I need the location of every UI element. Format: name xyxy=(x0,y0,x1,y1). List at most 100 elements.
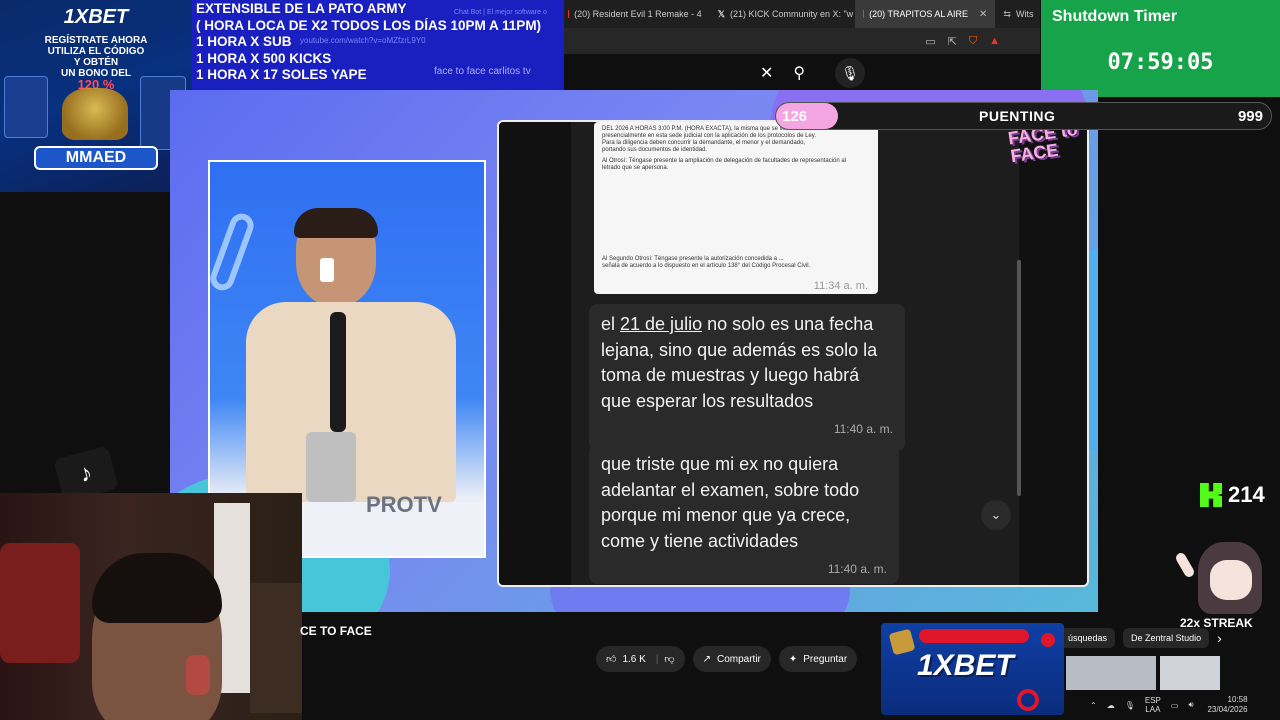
decor-shape xyxy=(210,210,257,294)
microphone-icon[interactable]: 🎙 xyxy=(835,58,866,88)
clock[interactable]: 10:58 23/04/2026 xyxy=(1207,695,1247,715)
promo-line: Y OBTÉN xyxy=(73,57,119,68)
bubble-text: el xyxy=(601,314,621,334)
thumbs-up-icon: 👍︎ xyxy=(606,654,617,665)
system-tray: ⌃ ☁ 🎙 ESP LAA ▭ 🔊︎ 10:58 23/04/2026 xyxy=(1090,690,1280,720)
sticker-hand xyxy=(1174,551,1196,579)
microphone-icon[interactable]: 🎙 xyxy=(1125,701,1135,710)
sticker-face xyxy=(1210,560,1252,600)
anime-sticker xyxy=(1174,534,1264,614)
shutdown-timer-widget: Shutdown Timer 07:59:05 xyxy=(1041,0,1280,97)
thumbnail[interactable] xyxy=(1160,656,1220,690)
browser-tab-trapitos[interactable]: (20) TRAPITOS AL AIRE ✕ xyxy=(854,0,996,28)
thumbs-down-icon[interactable]: 👎︎ xyxy=(664,653,674,665)
streamer-hair xyxy=(92,553,222,623)
bag-icon xyxy=(888,628,916,656)
doc-line: portando sus documentos de identidad. xyxy=(602,147,708,153)
webcam-feed xyxy=(0,493,302,720)
promo-code-badge: MMAED xyxy=(34,146,158,170)
like-button[interactable]: 👍︎ 1.6 K | 👎︎ xyxy=(596,646,685,672)
cast-icon[interactable]: ▭ xyxy=(925,35,935,48)
share-icon[interactable]: ⇱ xyxy=(948,35,957,48)
video-actions: 👍︎ 1.6 K | 👎︎ ↗ Compartir ✦ Preguntar xyxy=(596,646,858,672)
recommendation-chips: úsquedas De Zentral Studio › xyxy=(1060,628,1222,648)
network-icon[interactable]: ▭ xyxy=(1171,701,1179,710)
goal-progress-bar: 126 PUENTING 999 xyxy=(775,102,1272,130)
rewards-icon[interactable]: ▲ xyxy=(989,35,1000,47)
doc-line: Al Segundo Otrosí: Téngase presente la a… xyxy=(602,256,784,262)
tab-label: (21) KICK Community en X: "w xyxy=(729,9,854,19)
presenter-hair xyxy=(294,208,378,238)
lang-code: ESP xyxy=(1144,696,1161,705)
kick-counter: 214 xyxy=(1200,482,1265,508)
kick-count: 214 xyxy=(1228,482,1265,507)
share-icon: ↗ xyxy=(702,653,711,665)
overlay-line: 1 HORA X 500 KICKS xyxy=(196,50,332,66)
red-light xyxy=(186,655,210,695)
swirl-icon xyxy=(1017,689,1039,711)
chat-bubble: que triste que mi ex no quiera adelantar… xyxy=(589,444,899,584)
share-button[interactable]: ↗ Compartir xyxy=(692,646,771,672)
ask-button[interactable]: ✦ Preguntar xyxy=(778,646,858,672)
bubble-text: que triste que mi ex no quiera adelantar… xyxy=(601,454,860,551)
tab-label: (20) TRAPITOS AL AIRE xyxy=(869,9,969,19)
clock-date: 23/04/2026 xyxy=(1207,705,1248,714)
phone-image xyxy=(4,76,48,138)
microphone-icon xyxy=(330,312,346,432)
tab-label: (20) Resident Evil 1 Remake - 4 xyxy=(574,9,702,19)
browser-tab-resident-evil[interactable]: (20) Resident Evil 1 Remake - 4 xyxy=(560,0,710,28)
doc-line: señala de acuerdo a lo dispuesto en el a… xyxy=(602,263,811,269)
chevron-up-icon[interactable]: ⌃ xyxy=(1090,701,1097,710)
browser-tab-wits[interactable]: ⇆ Wits xyxy=(995,0,1040,28)
goal-target: 999 xyxy=(1237,108,1263,125)
chat-bubble: el 21 de julio no solo es una fecha leja… xyxy=(589,304,905,451)
language-indicator[interactable]: ESP LAA xyxy=(1145,696,1161,714)
nose-bandage xyxy=(320,258,334,282)
stream-screen: (20) Resident Evil 1 Remake - 4 𝕏 (21) K… xyxy=(0,0,1280,720)
video-title: CE TO FACE xyxy=(300,624,372,638)
goal-current: 126 xyxy=(782,108,808,125)
faint-url-text: youtube.com/watch?v=oMZfzrL9Y0 xyxy=(300,36,426,45)
x-icon: 𝕏 xyxy=(717,8,725,19)
chip[interactable]: úsquedas xyxy=(1060,628,1116,648)
tab-label: Wits xyxy=(1015,9,1034,19)
youtube-icon xyxy=(568,10,570,18)
kick-icon xyxy=(1200,483,1222,507)
youtube-icon xyxy=(862,10,865,18)
chair xyxy=(0,543,80,663)
youtube-search-bar: ✕ ⚲ 🎙 xyxy=(560,56,1040,90)
ask-label: Preguntar xyxy=(803,653,848,665)
brand-logo: 1XBET xyxy=(63,6,129,28)
scrollbar[interactable] xyxy=(1017,260,1021,496)
promo-banner-bottom[interactable]: 1XBET xyxy=(881,623,1064,715)
divider: | xyxy=(655,653,659,665)
doc-line: Para la diligencia deben concurrir la de… xyxy=(602,140,806,146)
goal-label: PUENTING xyxy=(979,108,1056,124)
trophy-icon xyxy=(62,88,128,140)
brand-logo: 1XBET xyxy=(917,649,1014,682)
browser-tab-kick-community[interactable]: 𝕏 (21) KICK Community en X: "w xyxy=(710,0,855,28)
promo-banner-top[interactable]: 1XBET REGÍSTRATE AHORA UTILIZA EL CÓDIGO… xyxy=(0,0,192,192)
search-icon[interactable]: ⚲ xyxy=(793,63,805,83)
clear-search-icon[interactable]: ✕ xyxy=(760,63,773,83)
timer-title: Shutdown Timer xyxy=(1052,8,1178,25)
doc-line: Al Otrosí: Téngase presente la ampliació… xyxy=(602,158,847,164)
date-link[interactable]: 21 de julio xyxy=(620,314,702,334)
faint-tab-text: Chat Bot | El mejor software o xyxy=(454,9,547,16)
close-tab-icon[interactable]: ✕ xyxy=(979,9,987,20)
watermark-logo: PROTV xyxy=(366,492,442,517)
message-time: 11:34 a. m. xyxy=(813,280,868,292)
volume-icon[interactable]: 🔊︎ xyxy=(1188,700,1193,710)
chevron-down-icon[interactable]: ⌄ xyxy=(981,500,1011,530)
message-time: 11:40 a. m. xyxy=(833,422,893,436)
chevron-right-icon[interactable]: › xyxy=(1217,628,1222,648)
brave-shield-icon[interactable]: ⛉ xyxy=(969,35,977,48)
phone-in-hand xyxy=(306,432,356,502)
browser-tab-bar: (20) Resident Evil 1 Remake - 4 𝕏 (21) K… xyxy=(560,0,1040,28)
cloud-icon[interactable]: ☁ xyxy=(1107,701,1115,710)
share-label: Compartir xyxy=(716,653,761,665)
chip[interactable]: De Zentral Studio xyxy=(1123,628,1210,648)
search-query-text[interactable]: face to face carlitos tv xyxy=(434,66,531,77)
promo-line: UTILIZA EL CÓDIGO xyxy=(47,46,145,57)
thumbnail[interactable] xyxy=(1066,656,1156,690)
